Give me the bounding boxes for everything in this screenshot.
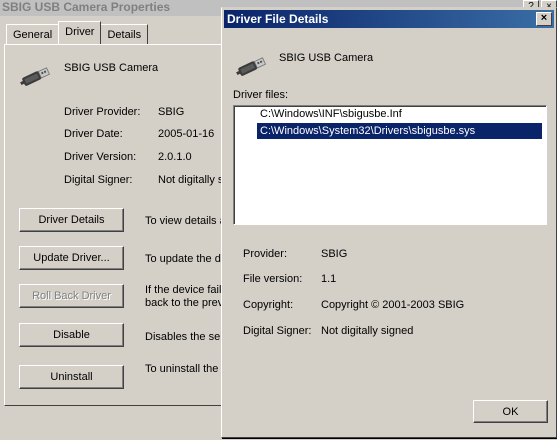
properties-title: SBIG USB Camera Properties	[2, 0, 171, 14]
dialog-device-name: SBIG USB Camera	[279, 52, 374, 64]
dialog-digital-signer-value: Not digitally signed	[321, 325, 414, 337]
provider-label: Provider:	[243, 248, 288, 260]
file-version-value: 1.1	[321, 273, 337, 285]
file-version-label: File version:	[243, 273, 303, 285]
file-item-inf[interactable]: C:\Windows\INF\sbigusbe.Inf	[257, 106, 405, 122]
driver-files-list[interactable]: C:\Windows\INF\sbigusbe.Inf C:\Windows\S…	[233, 105, 547, 225]
ok-button[interactable]: OK	[473, 400, 548, 423]
dialog-title: Driver File Details	[227, 12, 329, 26]
tab-general[interactable]: General	[6, 24, 60, 44]
copyright-label: Copyright:	[243, 299, 294, 311]
usb-plug-icon	[236, 57, 267, 76]
dialog-close-button[interactable]: ×	[536, 12, 552, 26]
tab-bar: General Driver Details	[6, 21, 149, 44]
tab-details[interactable]: Details	[100, 24, 149, 44]
driver-files-label: Driver files:	[233, 89, 289, 101]
tab-driver[interactable]: Driver	[58, 21, 102, 44]
file-item-sys[interactable]: C:\Windows\System32\Drivers\sbigusbe.sys	[257, 123, 542, 139]
dialog-titlebar[interactable]: Driver File Details ×	[224, 10, 554, 28]
driver-file-details-dialog: Driver File Details × SBIG USB Camera Dr…	[221, 7, 557, 438]
provider-value: SBIG	[321, 248, 348, 260]
copyright-value: Copyright © 2001-2003 SBIG	[321, 299, 465, 311]
dialog-digital-signer-label: Digital Signer:	[243, 325, 312, 337]
